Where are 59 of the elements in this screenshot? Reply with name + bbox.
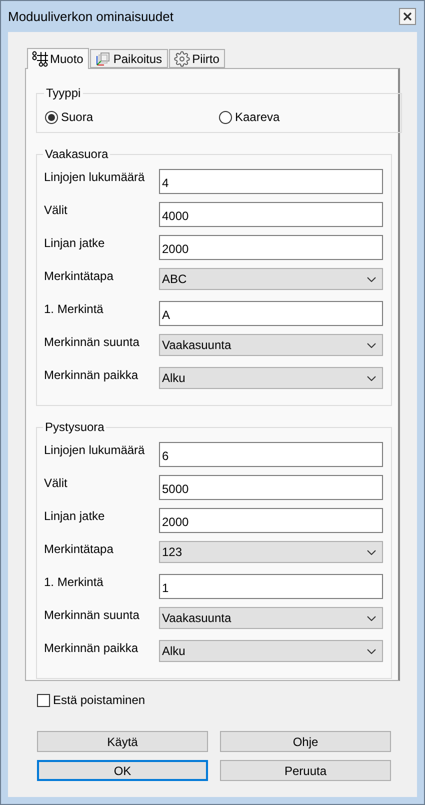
group-title: Tyyppi: [45, 86, 82, 100]
tab[interactable]: Muoto: [27, 48, 90, 69]
tab[interactable]: Paikoitus: [90, 49, 168, 68]
field-label: Merkinnän paikka: [44, 640, 140, 655]
tab-label: Paikoitus: [113, 52, 162, 66]
field-label: 1. Merkintä: [44, 574, 104, 589]
tab-label: Muoto: [50, 52, 84, 66]
input-field[interactable]: 1: [159, 574, 383, 599]
field-label: Merkintätapa: [44, 541, 114, 556]
radio-label: Kaareva: [235, 110, 280, 124]
chevron-down-icon: [367, 616, 376, 620]
chevron-down-icon: [367, 648, 376, 654]
radio-button[interactable]: [45, 110, 58, 124]
field-label: Merkintätapa: [44, 268, 114, 283]
field-label: Merkinnän suunta: [44, 607, 140, 622]
field-label: Merkinnän paikka: [44, 367, 140, 382]
grid-icon: [32, 51, 48, 67]
field-label: 1. Merkintä: [44, 301, 104, 316]
field-label: Linjojen lukumäärä: [44, 169, 146, 184]
dialog-button[interactable]: Ohje: [220, 731, 391, 752]
axes-icon: [95, 50, 112, 66]
input-field[interactable]: 6: [159, 442, 383, 467]
group-title: Vaakasuora: [44, 147, 110, 161]
field-label: Välit: [44, 202, 68, 217]
checkbox-label: Estä poistaminen: [53, 693, 146, 707]
dropdown[interactable]: Alku: [159, 640, 383, 662]
field-label: Linjan jatke: [44, 235, 106, 250]
field-label: Linjojen lukumäärä: [44, 442, 146, 457]
chevron-down-icon: [367, 342, 376, 348]
window-title: Moduuliverkon ominaisuudet: [8, 9, 174, 24]
dialog-button[interactable]: Peruuta: [220, 760, 391, 781]
field-label: Välit: [44, 475, 68, 490]
input-field[interactable]: A: [159, 301, 383, 326]
field-label: Merkinnän suunta: [44, 334, 140, 349]
input-field[interactable]: 2000: [159, 508, 383, 533]
gear-icon: [174, 50, 190, 66]
dropdown[interactable]: Alku: [159, 367, 383, 389]
checkbox[interactable]: [37, 694, 50, 706]
radio-label: Suora: [61, 110, 94, 124]
input-field[interactable]: 4: [159, 169, 383, 194]
dialog-button[interactable]: Käytä: [37, 731, 208, 752]
tab-label: Piirto: [192, 52, 220, 66]
chevron-down-icon: [367, 376, 376, 380]
tab[interactable]: Piirto: [169, 49, 226, 68]
chevron-down-icon: [367, 550, 376, 554]
group-title: Pystysuora: [44, 420, 106, 434]
chevron-down-icon: [367, 276, 376, 282]
dropdown[interactable]: Vaakasuunta: [159, 334, 383, 356]
dialog-button[interactable]: OK: [37, 760, 208, 781]
dropdown[interactable]: Vaakasuunta: [159, 607, 383, 629]
close-icon: [403, 12, 412, 21]
radio-button[interactable]: [219, 110, 232, 124]
close-button[interactable]: [399, 8, 416, 25]
input-field[interactable]: 2000: [159, 235, 383, 260]
input-field[interactable]: 4000: [159, 202, 383, 227]
dropdown[interactable]: ABC: [159, 268, 383, 290]
dropdown[interactable]: 123: [159, 541, 383, 563]
input-field[interactable]: 5000: [159, 475, 383, 500]
field-label: Linjan jatke: [44, 508, 106, 523]
